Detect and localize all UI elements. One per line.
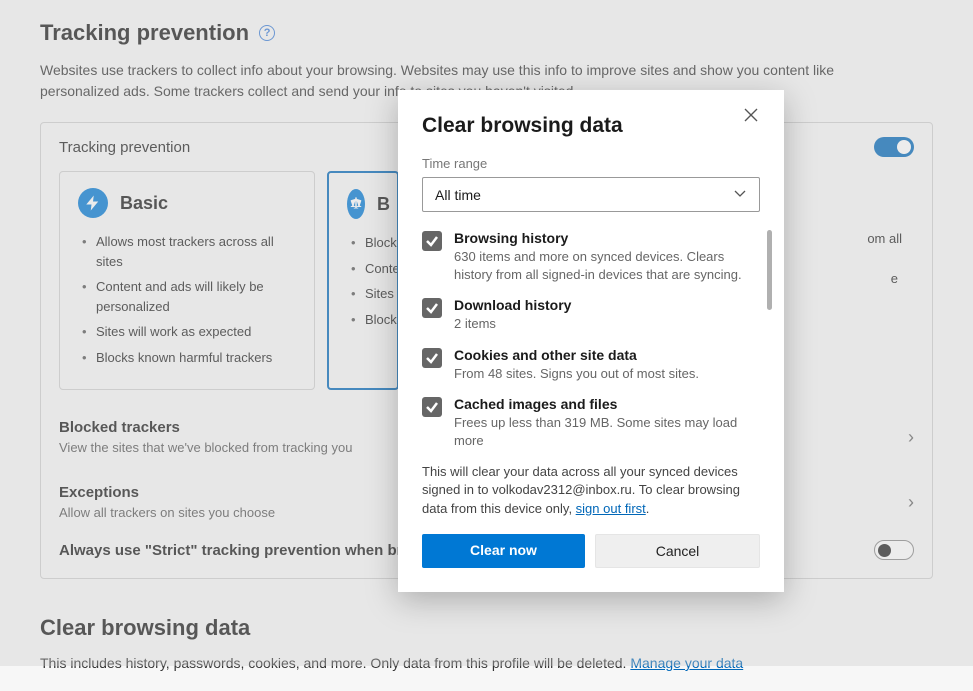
scrollbar-thumb[interactable] [767,230,772,310]
option-cookies[interactable]: Cookies and other site data From 48 site… [422,347,754,383]
option-desc: 2 items [454,315,571,333]
option-download-history[interactable]: Download history 2 items [422,297,754,333]
checkbox-checked-icon[interactable] [422,397,442,417]
dialog-title: Clear browsing data [422,114,623,138]
option-title: Download history [454,297,571,313]
cancel-button[interactable]: Cancel [595,534,760,568]
option-title: Cookies and other site data [454,347,699,363]
option-desc: From 48 sites. Signs you out of most sit… [454,365,699,383]
checkbox-checked-icon[interactable] [422,348,442,368]
close-icon[interactable] [742,106,760,129]
option-cache[interactable]: Cached images and files Frees up less th… [422,396,754,449]
option-desc: Frees up less than 319 MB. Some sites ma… [454,414,754,449]
dialog-buttons: Clear now Cancel [422,534,760,568]
dialog-sync-note: This will clear your data across all you… [422,463,760,518]
modal-overlay: Clear browsing data Time range All time … [0,0,973,666]
option-title: Browsing history [454,230,754,246]
clear-now-button[interactable]: Clear now [422,534,585,568]
data-type-options: Browsing history 630 items and more on s… [422,230,760,449]
checkbox-checked-icon[interactable] [422,298,442,318]
option-title: Cached images and files [454,396,754,412]
clear-browsing-data-dialog: Clear browsing data Time range All time … [398,90,784,592]
note-suffix: . [646,501,650,516]
time-range-select[interactable]: All time [422,177,760,212]
dialog-header: Clear browsing data [422,114,760,138]
sign-out-link[interactable]: sign out first [576,501,646,516]
option-desc: 630 items and more on synced devices. Cl… [454,248,754,283]
time-range-value: All time [435,187,481,203]
chevron-down-icon [733,186,747,203]
option-browsing-history[interactable]: Browsing history 630 items and more on s… [422,230,754,283]
time-range-label: Time range [422,156,760,171]
checkbox-checked-icon[interactable] [422,231,442,251]
